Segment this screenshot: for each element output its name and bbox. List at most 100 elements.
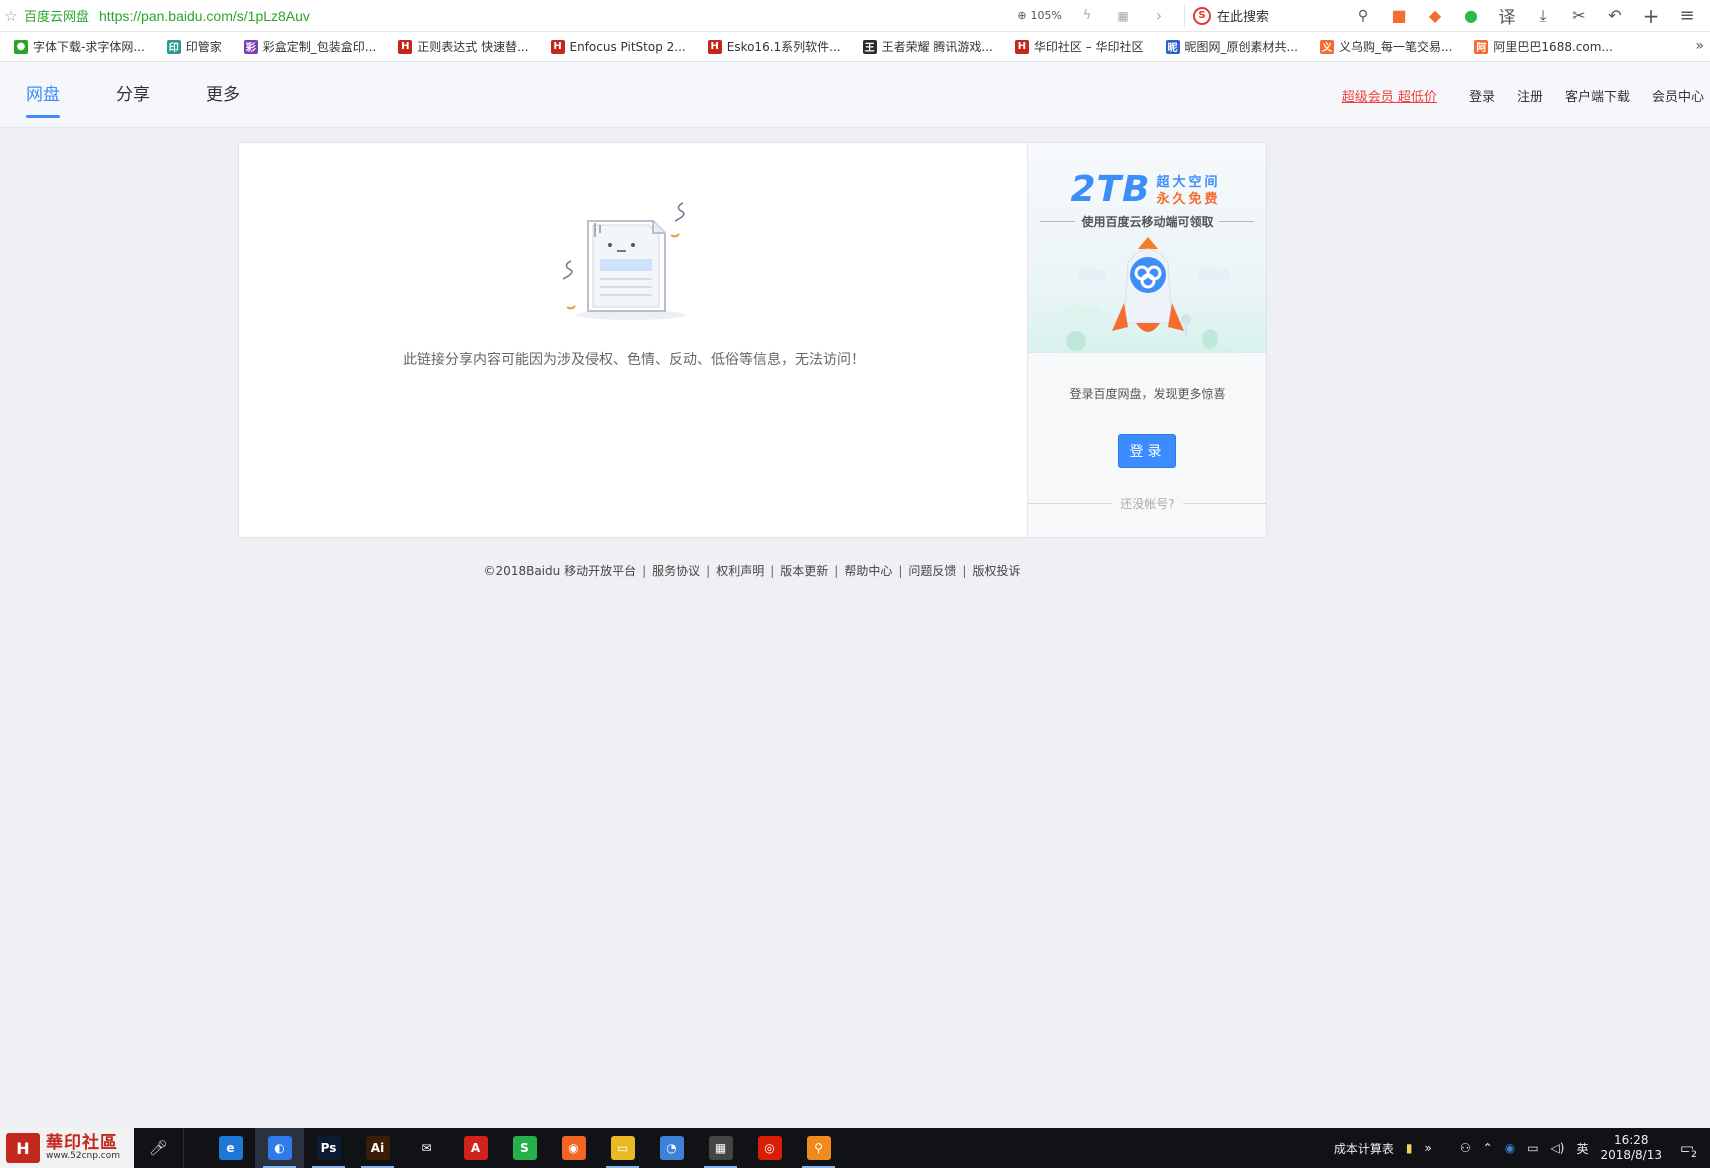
footer-link[interactable]: 问题反馈	[908, 564, 956, 578]
divider	[1040, 221, 1076, 222]
taskbar-app-wps[interactable]: S	[500, 1128, 549, 1168]
taskbar-app-file-explorer[interactable]: ▭	[598, 1128, 647, 1168]
notification-center-icon[interactable]: ▭ 2	[1674, 1135, 1700, 1161]
wps-icon: S	[512, 1136, 537, 1160]
game-icon[interactable]: ◆	[1424, 5, 1446, 27]
tab-wangpan[interactable]: 网盘	[26, 62, 60, 128]
tray-window-title[interactable]: 成本计算表	[1334, 1140, 1394, 1157]
ime-indicator[interactable]: 英	[1576, 1140, 1588, 1157]
chevron-up-icon[interactable]: ⌃	[1483, 1141, 1493, 1155]
taskbar-app-calculator[interactable]: ▦	[696, 1128, 745, 1168]
taskbar-app-edge[interactable]: e	[206, 1128, 255, 1168]
blue-app-icon: ◔	[659, 1136, 684, 1160]
search-tool-icon: ⚲	[806, 1136, 831, 1160]
bookmark-item[interactable]: H 华印社区 – 华印社区	[1014, 38, 1144, 55]
bookmark-item[interactable]: 阿阿里巴巴1688.com...	[1474, 38, 1613, 55]
zoom-level: 105%	[1030, 9, 1062, 22]
url-field[interactable]: https://pan.baidu.com/s/1pLz8Auv	[99, 8, 310, 24]
taskbar-app-browser-360[interactable]: ◐	[255, 1128, 304, 1168]
bookmark-item[interactable]: 彩彩盒定制_包装盒印...	[243, 38, 376, 55]
new-tab-plus-icon[interactable]: +	[1640, 4, 1662, 28]
bookmark-item[interactable]: H Esko16.1系列软件...	[707, 38, 841, 55]
download-icon[interactable]: ⤓	[1532, 5, 1554, 27]
bookmark-star-icon[interactable]: ☆	[0, 7, 22, 25]
browser-360-icon: ◐	[267, 1136, 292, 1160]
taskbar-app-netease-music[interactable]: ◎	[745, 1128, 794, 1168]
chevron-right-icon[interactable]: ›	[1148, 5, 1170, 27]
sogou-search-icon[interactable]: S	[1193, 6, 1211, 25]
bookmark-item[interactable]: 义义乌购_每一笔交易...	[1319, 38, 1452, 55]
file-explorer-icon: ▭	[610, 1136, 635, 1160]
zoom-control[interactable]: ⊕ 105%	[1017, 9, 1062, 22]
super-vip-promo-link[interactable]: 超级会员 超低价	[1342, 86, 1437, 105]
tray-overflow-icon[interactable]: »	[1425, 1141, 1432, 1155]
sticky-note-icon[interactable]: ▮	[1406, 1141, 1413, 1155]
people-icon[interactable]: ⚇	[1460, 1141, 1471, 1155]
undo-icon[interactable]: ↶	[1604, 5, 1626, 27]
bookmark-item[interactable]: 王王者荣耀 腾讯游戏...	[862, 38, 993, 55]
menu-icon[interactable]: ≡	[1676, 5, 1698, 27]
bookmarks-overflow-icon[interactable]: »	[1695, 38, 1704, 54]
footer-link[interactable]: 版权投诉	[972, 564, 1020, 578]
register-link[interactable]: 注册	[1517, 86, 1543, 105]
taskbar-app-blue-app[interactable]: ◔	[647, 1128, 696, 1168]
blocked-message: 此链接分享内容可能因为涉及侵权、色情、反动、低俗等信息，无法访问！	[403, 352, 865, 368]
tray-app-icon[interactable]: ◉	[1505, 1141, 1515, 1155]
bookmark-item[interactable]: 昵昵图网_原创素材共...	[1165, 38, 1298, 55]
footer-link[interactable]: 移动开放平台	[564, 564, 636, 578]
page-tab-title: 百度云网盘	[24, 10, 90, 25]
bookmark-favicon-icon: H	[550, 39, 565, 54]
search-icon[interactable]: ⚲	[1352, 5, 1374, 27]
bookmark-item[interactable]: ● 字体下载-求字体网...	[14, 38, 145, 55]
divider	[1182, 503, 1267, 504]
promo-banner[interactable]: 2TB 超大空间 永久免费 使用百度云移动端可领取	[1028, 143, 1267, 353]
taskbar-app-orange-app[interactable]: ◉	[549, 1128, 598, 1168]
taskbar-app-search-tool[interactable]: ⚲	[794, 1128, 843, 1168]
tab-share[interactable]: 分享	[116, 62, 150, 128]
member-center-link[interactable]: 会员中心	[1652, 86, 1704, 105]
taskbar-app-photoshop[interactable]: Ps	[304, 1128, 353, 1168]
lightning-icon[interactable]: ϟ	[1076, 5, 1098, 27]
no-account-link[interactable]: 还没帐号?	[1120, 495, 1174, 512]
promo-line2: 永久免费	[1156, 192, 1221, 207]
footer-link[interactable]: 服务协议	[652, 564, 700, 578]
network-icon[interactable]: ▭	[1527, 1141, 1538, 1155]
bookmark-label: 王者荣耀 腾讯游戏...	[881, 40, 993, 54]
translate-icon[interactable]: 译	[1496, 5, 1518, 28]
orange-app-icon: ◉	[561, 1136, 586, 1160]
qrcode-icon[interactable]: ▦	[1112, 5, 1134, 27]
tab-more[interactable]: 更多	[206, 62, 240, 128]
taskbar-app-acrobat[interactable]: A	[451, 1128, 500, 1168]
page-footer: ©2018Baidu 移动开放平台 | 服务协议 | 权利声明 | 版本更新 | 帮助中心 | 问题…	[0, 562, 1504, 579]
taskbar-app-illustrator[interactable]: Ai	[353, 1128, 402, 1168]
footer-link[interactable]: 权利声明	[716, 564, 764, 578]
footer-link[interactable]: 帮助中心	[844, 564, 892, 578]
bookmark-item[interactable]: H Enfocus PitStop 2...	[550, 39, 686, 54]
client-download-link[interactable]: 客户端下载	[1565, 86, 1630, 105]
video-icon[interactable]: ■	[1388, 5, 1410, 27]
divider	[1219, 221, 1255, 222]
main-nav: 网盘 分享 更多	[26, 62, 296, 128]
microphone-icon[interactable]: 🎤︎	[134, 1128, 184, 1168]
windows-taskbar: H 華印社區 www.52cnp.com 🎤︎ e ◐ Ps Ai ✉ A S ◉ ▭ ◔ ▦ ◎ ⚲ …	[0, 1128, 1710, 1168]
search-input[interactable]: 在此搜索	[1217, 6, 1346, 25]
clock[interactable]: 16:28 2018/8/13	[1600, 1133, 1662, 1163]
search-box[interactable]: S 在此搜索 ⚲	[1184, 4, 1374, 27]
footer-link[interactable]: 版本更新	[780, 564, 828, 578]
bookmark-favicon-icon: 昵	[1165, 39, 1180, 54]
login-button[interactable]: 登录	[1118, 434, 1177, 468]
bookmark-favicon-icon: ●	[14, 39, 28, 54]
edge-icon: e	[218, 1136, 243, 1160]
volume-icon[interactable]: ◁)	[1551, 1141, 1565, 1155]
bookmark-item[interactable]: H 正则表达式 快速替...	[398, 38, 529, 55]
taskbar-app-mail[interactable]: ✉	[402, 1128, 451, 1168]
bookmark-favicon-icon: H	[398, 39, 413, 54]
bookmark-item[interactable]: 印印管家	[166, 38, 222, 55]
promo-caption-row: 使用百度云移动端可领取	[1040, 213, 1255, 230]
login-link[interactable]: 登录	[1469, 86, 1495, 105]
wechat-icon[interactable]: ●	[1460, 5, 1482, 27]
scissors-icon[interactable]: ✂	[1568, 5, 1590, 27]
notification-count: 2	[1688, 1149, 1700, 1161]
logo-en-text: www.52cnp.com	[46, 1151, 121, 1162]
clock-time: 16:28	[1613, 1133, 1649, 1147]
